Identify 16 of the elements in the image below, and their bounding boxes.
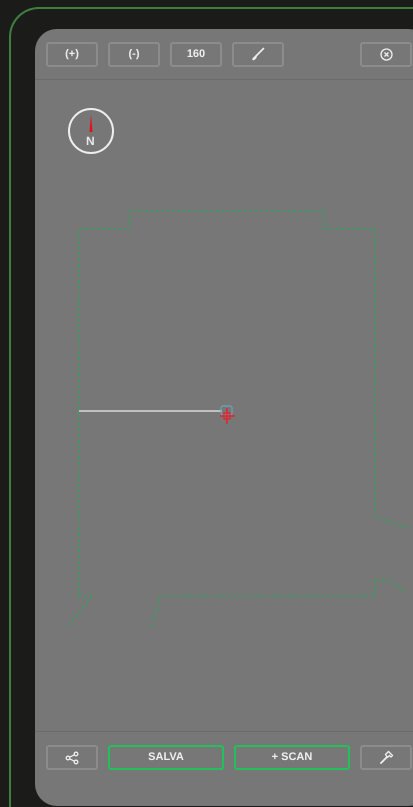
scan-button[interactable]: + SCAN bbox=[234, 745, 350, 770]
toolbar-button[interactable]: 160 bbox=[170, 42, 222, 66]
brush-icon bbox=[251, 47, 265, 61]
brush-button[interactable] bbox=[232, 42, 284, 66]
crosshair-icon bbox=[219, 405, 236, 425]
compass-label: N bbox=[86, 134, 95, 148]
share-button[interactable] bbox=[46, 745, 98, 770]
hammer-icon bbox=[378, 750, 394, 765]
compass-icon bbox=[67, 107, 115, 155]
toolbar-button[interactable]: (+) bbox=[46, 42, 98, 66]
share-icon bbox=[65, 750, 79, 764]
toolbar-button[interactable]: (-) bbox=[108, 42, 160, 66]
save-button[interactable]: SALVA bbox=[108, 745, 224, 770]
close-icon bbox=[380, 48, 392, 60]
close-button[interactable] bbox=[360, 42, 412, 66]
hammer-button[interactable] bbox=[360, 745, 412, 770]
